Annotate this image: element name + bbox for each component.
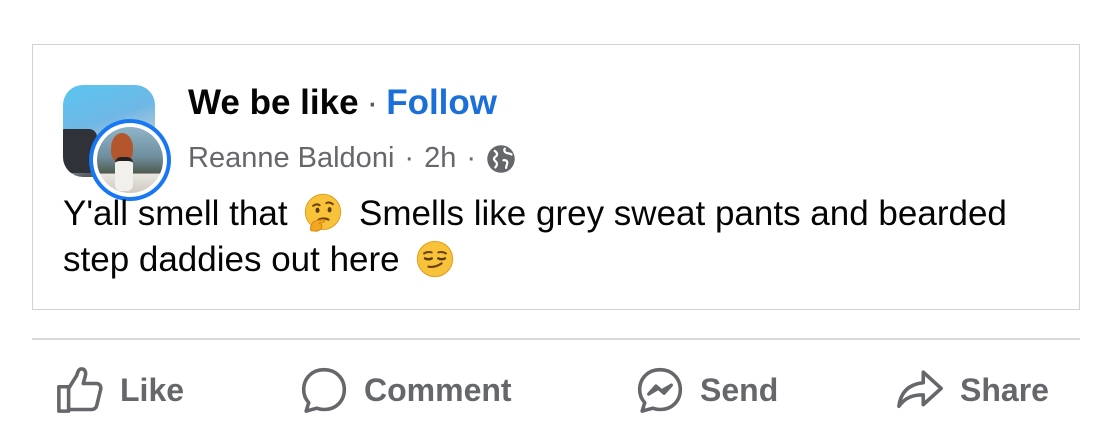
comment-icon <box>301 367 347 413</box>
share-arrow-icon <box>897 370 943 409</box>
meta-separator: · <box>404 142 415 174</box>
send-button[interactable]: Send <box>634 360 778 420</box>
action-bar-divider <box>32 338 1080 340</box>
globe-icon[interactable] <box>486 144 516 174</box>
post-header-title: We be like · Follow <box>188 83 497 123</box>
post-body-text: Y'all smell that Smells like grey sweat … <box>63 191 1053 283</box>
thinking-face-emoji-icon <box>305 193 342 232</box>
smirking-face-emoji-icon <box>417 240 454 278</box>
comment-label: Comment <box>364 371 512 408</box>
post-time[interactable]: 2h <box>424 142 456 175</box>
thumbs-up-icon <box>57 367 103 413</box>
follow-button[interactable]: Follow <box>386 83 497 122</box>
author-avatar[interactable] <box>89 119 171 201</box>
post-meta: Reanne Baldoni · 2h · <box>188 142 516 175</box>
group-name-link[interactable]: We be like <box>188 83 359 122</box>
comment-button[interactable]: Comment <box>298 360 512 420</box>
like-label: Like <box>120 371 185 408</box>
share-label: Share <box>960 371 1049 408</box>
meta-separator-2: · <box>466 142 476 174</box>
author-avatar-photo <box>97 127 163 193</box>
messenger-icon <box>637 367 683 413</box>
post-text-part1: Y'all smell that <box>63 194 288 233</box>
author-name-link[interactable]: Reanne Baldoni <box>188 142 394 175</box>
send-label: Send <box>700 371 779 408</box>
like-button[interactable]: Like <box>54 360 184 420</box>
title-separator: · <box>366 83 379 122</box>
post-card: We be like · Follow Reanne Baldoni · 2h · … <box>32 44 1080 310</box>
share-button[interactable]: Share <box>894 360 1049 420</box>
